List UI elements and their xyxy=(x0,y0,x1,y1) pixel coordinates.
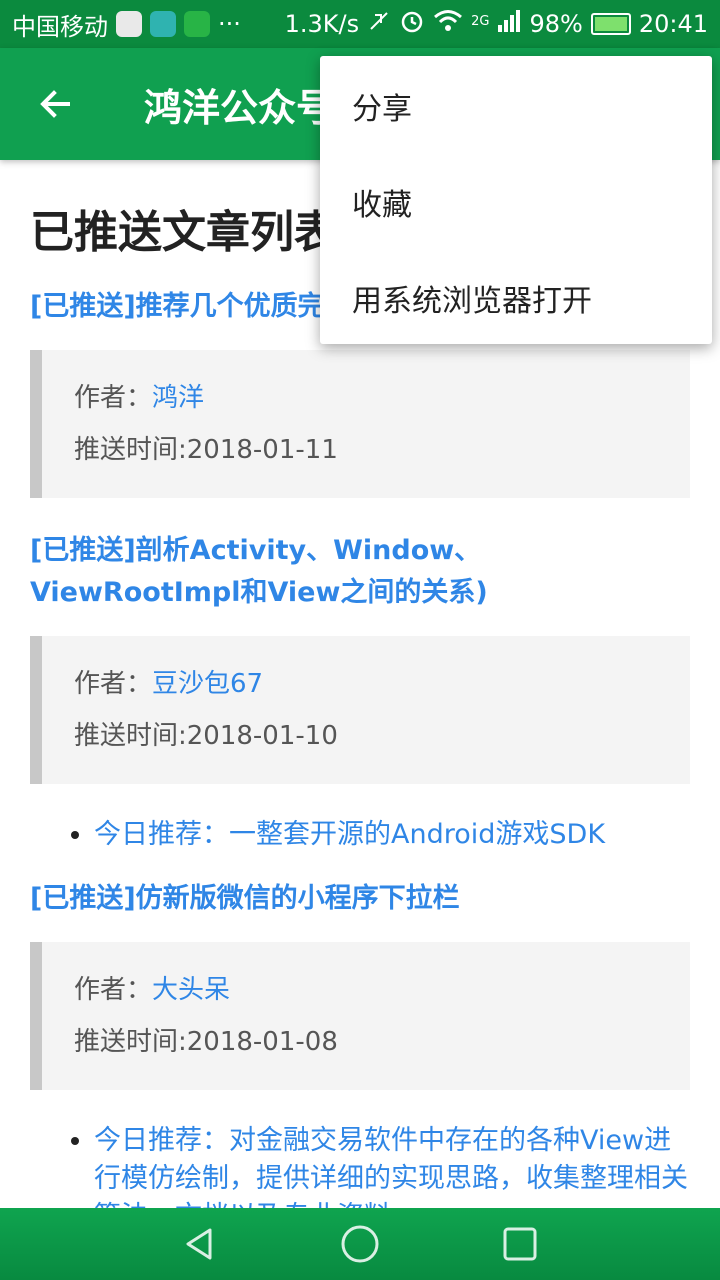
arrow-back-icon xyxy=(40,90,70,118)
signal-type: 2G xyxy=(471,14,490,29)
nav-home-icon xyxy=(341,1225,379,1263)
author-label: 作者： xyxy=(74,975,153,1005)
battery-icon xyxy=(590,13,631,35)
overflow-menu: 分享 收藏 用系统浏览器打开 xyxy=(320,56,712,344)
back-button[interactable] xyxy=(0,48,112,160)
nav-back-button[interactable] xyxy=(164,1208,236,1280)
status-bar: 中国移动 ··· 1.3K/s 2G 98% 20:41 xyxy=(0,0,720,48)
article-meta: 作者：鸿洋 推送时间:2018-01-11 xyxy=(30,350,690,498)
nav-back-icon xyxy=(186,1228,212,1260)
wechat-icon xyxy=(184,11,210,37)
alarm-icon xyxy=(399,8,425,40)
recommend-list: 今日推荐：一整套开源的Android游戏SDK xyxy=(30,816,690,854)
author-line: 作者：鸿洋 xyxy=(74,372,690,424)
system-nav-bar xyxy=(0,1208,720,1280)
author-link[interactable]: 大头呆 xyxy=(152,975,230,1005)
menu-item-share[interactable]: 分享 xyxy=(320,58,712,154)
author-line: 作者：豆沙包67 xyxy=(74,658,690,710)
author-label: 作者： xyxy=(74,669,153,699)
recommend-link[interactable]: 今日推荐：一整套开源的Android游戏SDK xyxy=(94,816,690,854)
article-link[interactable]: [已推送]剖析Activity、Window、ViewRootImpl和View… xyxy=(30,530,690,614)
status-left: 中国移动 ··· xyxy=(12,7,241,42)
author-link[interactable]: 豆沙包67 xyxy=(152,669,263,699)
article-link[interactable]: [已推送]仿新版微信的小程序下拉栏 xyxy=(30,878,690,920)
push-date: 推送时间:2018-01-10 xyxy=(74,721,338,751)
battery-percent: 98% xyxy=(529,10,583,38)
clock: 20:41 xyxy=(638,10,708,38)
signal-icon xyxy=(497,9,521,39)
toolbar-title: 鸿洋公众号 xyxy=(144,85,335,130)
article-meta: 作者：豆沙包67 推送时间:2018-01-10 xyxy=(30,636,690,784)
more-notifications: ··· xyxy=(218,10,241,38)
android-app-icon xyxy=(150,11,176,37)
author-line: 作者：大头呆 xyxy=(74,964,690,1016)
article-meta: 作者：大头呆 推送时间:2018-01-08 xyxy=(30,942,690,1090)
nav-home-button[interactable] xyxy=(324,1208,396,1280)
author-link[interactable]: 鸿洋 xyxy=(152,383,204,413)
wifi-icon xyxy=(433,9,463,39)
recommend-list: 今日推荐：对金融交易软件中存在的各种View进行模仿绘制，提供详细的实现思路，收… xyxy=(30,1122,690,1208)
carrier-label: 中国移动 xyxy=(12,12,108,41)
status-right: 1.3K/s 2G 98% 20:41 xyxy=(285,8,708,40)
author-label: 作者： xyxy=(74,383,153,413)
recommend-link[interactable]: 今日推荐：对金融交易软件中存在的各种View进行模仿绘制，提供详细的实现思路，收… xyxy=(94,1122,690,1208)
net-speed: 1.3K/s xyxy=(284,10,360,38)
nav-recent-button[interactable] xyxy=(484,1208,556,1280)
chart-app-icon xyxy=(116,11,142,37)
push-date: 推送时间:2018-01-11 xyxy=(74,435,338,465)
menu-item-favorite[interactable]: 收藏 xyxy=(320,154,712,250)
nav-recent-icon xyxy=(503,1227,537,1261)
mute-icon xyxy=(367,9,391,39)
menu-item-open-in-browser[interactable]: 用系统浏览器打开 xyxy=(320,250,712,346)
push-date: 推送时间:2018-01-08 xyxy=(74,1027,338,1057)
